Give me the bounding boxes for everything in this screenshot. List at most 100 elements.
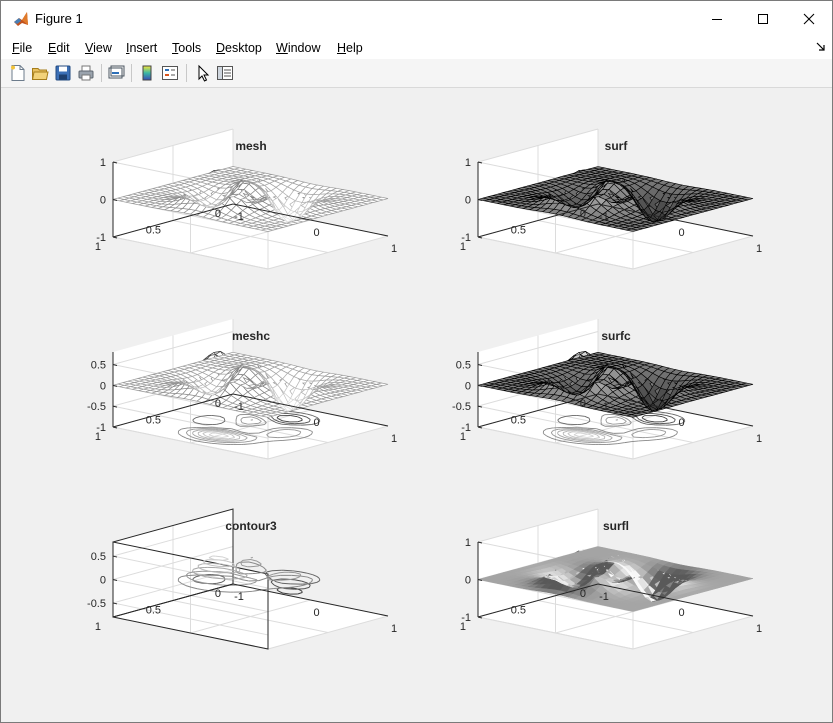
maximize-icon — [758, 14, 768, 24]
contour-segment — [280, 579, 290, 581]
contour-segment — [299, 574, 302, 578]
y-tick-label: 0.5 — [511, 415, 526, 427]
menu-help[interactable]: Help — [337, 41, 363, 55]
contour-segment — [292, 570, 301, 573]
y-tick-label: 0 — [215, 398, 221, 410]
menu-view[interactable]: View — [85, 41, 112, 55]
contour-segment — [600, 417, 603, 419]
contour-segment — [283, 569, 293, 572]
dock-arrow-icon[interactable] — [816, 42, 826, 52]
contour-segment — [316, 580, 321, 583]
contour-segment — [311, 581, 317, 585]
x-tick-label: 0 — [313, 607, 319, 619]
y-tick-label: 0.5 — [511, 225, 526, 237]
close-button[interactable] — [786, 1, 832, 37]
contour-segment — [250, 565, 259, 568]
x-tick-label: 0 — [678, 417, 684, 429]
contour-segment — [269, 573, 274, 576]
x-tick-label: -1 — [599, 401, 609, 413]
x-tick-label: -1 — [599, 211, 609, 223]
contour-segment — [646, 423, 654, 426]
contour-segment — [235, 565, 238, 567]
contour-segment — [264, 569, 267, 573]
contour-segment — [608, 443, 618, 445]
y-tick-label: 1 — [460, 431, 466, 443]
x-tick-label: 0 — [313, 227, 319, 239]
link-plot-icon[interactable] — [107, 64, 125, 82]
contour-segment — [291, 574, 301, 577]
contour-segment — [215, 571, 222, 574]
contour-segment — [268, 436, 278, 439]
z-tick-label: -0.5 — [452, 401, 471, 413]
toolbar-separator — [101, 64, 102, 82]
subplot-surfc: 0.50-0.5-110.50 -101surfc — [452, 319, 762, 460]
z-tick-label: 0 — [100, 380, 106, 392]
contour-segment — [307, 576, 313, 580]
x-tick-label: 1 — [391, 623, 397, 635]
z-tick-label: 0.5 — [91, 551, 106, 563]
menu-insert[interactable]: Insert — [126, 41, 157, 55]
menu-window[interactable]: Window — [276, 41, 320, 55]
contour-segment — [198, 567, 200, 569]
toolbar-separator — [131, 64, 132, 82]
x-tick-label: -1 — [599, 591, 609, 603]
insert-colorbar-icon[interactable] — [138, 64, 156, 82]
contour-segment — [644, 429, 650, 431]
subplot-contour3: 0.5 0 -0.5 1 0.5 0 -1 0 1 contour3 — [87, 508, 397, 650]
y-tick-label: 1 — [95, 431, 101, 443]
contour-segment — [312, 574, 318, 578]
contour-segment — [275, 581, 282, 584]
contour-segment — [294, 579, 302, 582]
edit-plot-icon[interactable] — [194, 64, 212, 82]
property-inspector-icon[interactable] — [216, 64, 234, 82]
menu-edit[interactable]: Edit — [48, 41, 70, 55]
menu-desktop[interactable]: Desktop — [216, 41, 262, 55]
contour-segment — [282, 586, 292, 589]
contour-segment — [280, 436, 290, 438]
y-tick-label: 1 — [95, 241, 101, 253]
new-figure-icon[interactable] — [9, 64, 27, 82]
contour-segment — [236, 561, 241, 565]
contour-segment — [181, 583, 184, 585]
contour-segment — [192, 569, 194, 572]
plots-svg: 1 0 -1 1 0.5 0 -1 0 1 mesh 1 0 -1 1 0.5 0 -1 0 1 surf 0.5 0 -0… — [87, 128, 762, 650]
contour-segment — [270, 581, 273, 584]
z-tick-label: 1 — [465, 537, 471, 549]
contour-segment — [252, 559, 258, 562]
subplot-title: surfc — [601, 329, 631, 343]
z-tick-label: 0 — [465, 195, 471, 207]
maximize-button[interactable] — [740, 1, 786, 37]
contour-segment — [242, 559, 251, 561]
window-title: Figure 1 — [35, 11, 83, 26]
y-tick-label: 1 — [460, 241, 466, 253]
contour-segment — [279, 429, 285, 431]
contour-segment — [266, 570, 273, 573]
x-tick-label: 0 — [678, 607, 684, 619]
save-icon[interactable] — [54, 64, 72, 82]
menu-file[interactable]: File — [12, 41, 32, 55]
minimize-button[interactable] — [694, 1, 740, 37]
z-tick-label: 0 — [465, 380, 471, 392]
contour-segment — [243, 590, 253, 593]
contour-segment — [181, 435, 184, 438]
figure-canvas[interactable]: 1 0 -1 1 0.5 0 -1 0 1 mesh 1 0 -1 1 0.5 0 -1 0 1 surf 0.5 0 -0… — [5, 89, 828, 720]
contour-segment — [235, 417, 238, 419]
contour-segment — [212, 562, 222, 565]
insert-legend-icon[interactable] — [161, 64, 179, 82]
subplot-mesh: 10-110.50 -101mesh — [95, 128, 397, 270]
y-tick-label: 0 — [580, 398, 586, 410]
contour-segment — [282, 592, 290, 595]
contour-segment — [656, 427, 666, 429]
subplot-meshc: 0.50-0.5-110.50 -101meshc — [87, 319, 397, 460]
contour-segment — [294, 588, 305, 590]
contour-segment — [256, 560, 261, 564]
z-tick-label: 1 — [100, 157, 106, 169]
subplot-surfl: 10-110.50 -101surfl — [460, 508, 762, 650]
contour-segment — [254, 563, 260, 566]
y-tick-label: 0 — [580, 588, 586, 600]
open-file-icon[interactable] — [31, 64, 49, 82]
contour-segment — [285, 588, 295, 590]
contour-segment — [215, 438, 222, 441]
print-icon[interactable] — [77, 64, 95, 82]
menu-tools[interactable]: Tools — [172, 41, 201, 55]
